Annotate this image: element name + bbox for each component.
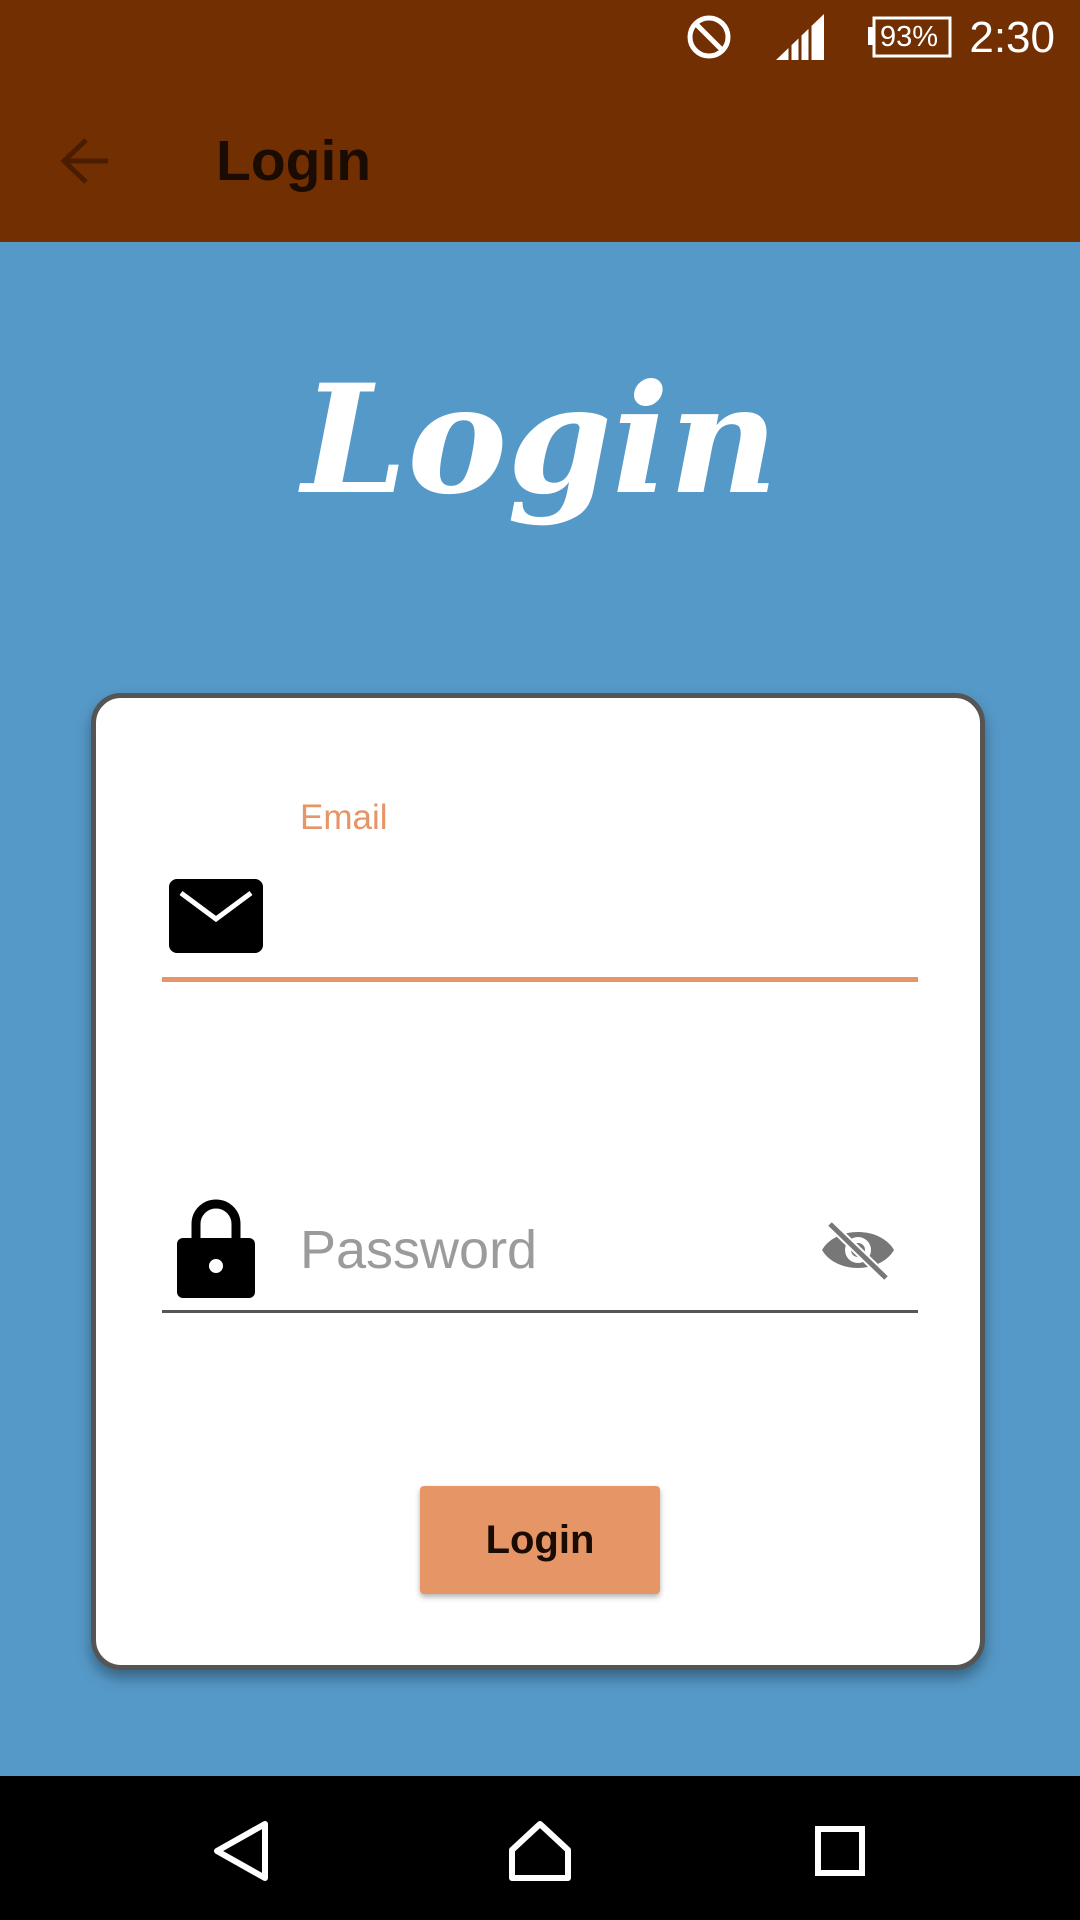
hero-title: Login [301, 352, 779, 528]
lock-icon [177, 1199, 255, 1298]
email-label: Email [300, 798, 388, 837]
nav-back-button[interactable] [196, 1806, 286, 1896]
nav-recents-button[interactable] [795, 1806, 885, 1896]
signal-icon [776, 14, 824, 60]
battery-icon: 93% [866, 16, 952, 58]
home-icon [509, 1821, 571, 1881]
arrow-back-icon [60, 138, 108, 184]
login-button[interactable]: Login [420, 1486, 660, 1594]
recents-icon [815, 1826, 865, 1876]
mail-icon [169, 879, 263, 953]
battery-percent: 93% [879, 20, 939, 53]
app-bar: Login [0, 76, 1080, 242]
status-time: 2:30 [969, 13, 1055, 62]
back-button[interactable] [40, 116, 130, 206]
do-not-disturb-icon [687, 15, 731, 59]
nav-home-button[interactable] [495, 1806, 585, 1896]
navigation-bar [0, 1776, 1080, 1920]
password-underline [162, 1310, 918, 1313]
app-bar-title: Login [216, 129, 372, 193]
visibility-off-icon[interactable] [820, 1220, 896, 1280]
email-input[interactable] [300, 880, 900, 956]
email-underline [162, 977, 918, 982]
password-input[interactable] [300, 1210, 800, 1290]
status-bar: 93% 2:30 [0, 0, 1080, 76]
back-triangle-icon [214, 1821, 268, 1881]
